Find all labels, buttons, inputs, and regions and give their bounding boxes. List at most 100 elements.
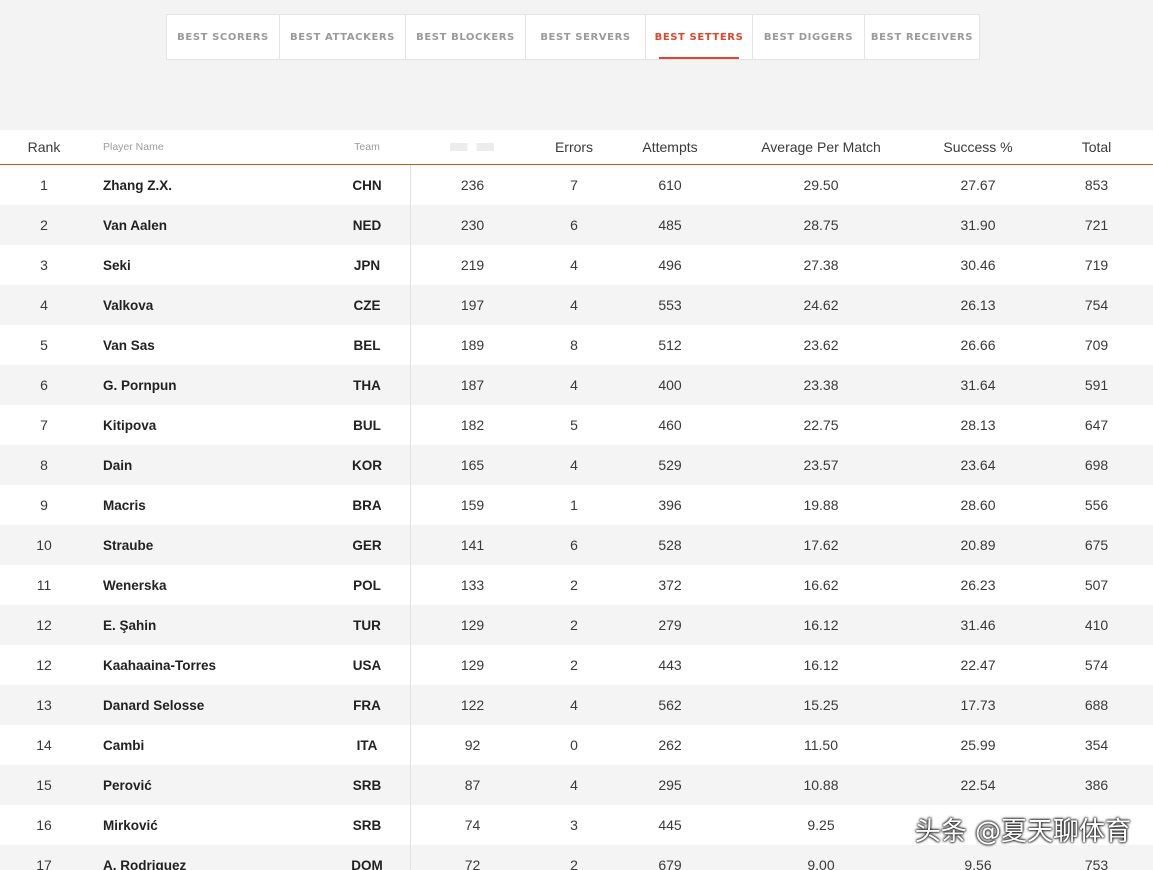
success-cell: 27.67: [960, 177, 996, 193]
player-name-cell[interactable]: Perović: [88, 765, 324, 805]
sets-cell: 141: [410, 525, 534, 565]
table-row[interactable]: 1 Zhang Z.X. CHN 236 7 610 29.50 27.67 853: [0, 165, 1153, 205]
table-body: 1 Zhang Z.X. CHN 236 7 610 29.50 27.67 853 2 Van A…: [0, 165, 1153, 870]
rank-cell: 12: [36, 617, 52, 633]
attempts-cell: 562: [658, 697, 682, 713]
tab-best-scorers[interactable]: BEST SCORERS: [167, 15, 280, 59]
table-row[interactable]: 10 Straube GER 141 6 528 17.62 20.89 675: [0, 525, 1153, 565]
attempts-cell: 372: [658, 577, 682, 593]
player-name-cell[interactable]: G. Pornpun: [88, 365, 324, 405]
success-cell: 26.23: [960, 577, 996, 593]
header-team[interactable]: Team: [324, 130, 410, 164]
errors-cell: 3: [570, 817, 578, 833]
tab-best-diggers[interactable]: BEST DIGGERS: [753, 15, 865, 59]
total-cell: 507: [1084, 577, 1109, 593]
team-cell: GER: [352, 537, 382, 553]
player-name-cell[interactable]: Dain: [88, 445, 324, 485]
table-row[interactable]: 14 Cambi ITA 92 0 262 11.50 25.99 354: [0, 725, 1153, 765]
player-name-cell[interactable]: Straube: [88, 525, 324, 565]
success-cell: 31.46: [960, 617, 996, 633]
table-row[interactable]: 8 Dain KOR 165 4 529 23.57 23.64 698: [0, 445, 1153, 485]
attempts-cell: 529: [658, 457, 682, 473]
success-cell: [916, 805, 1040, 845]
success-cell: 22.47: [960, 657, 996, 673]
attempts-cell: 528: [658, 537, 682, 553]
team-cell: CHN: [352, 177, 382, 193]
table-row[interactable]: 7 Kitipova BUL 182 5 460 22.75 28.13 647: [0, 405, 1153, 445]
team-cell: SRB: [352, 817, 382, 833]
header-total[interactable]: Total: [1040, 130, 1153, 164]
rank-cell: 10: [36, 537, 52, 553]
tab-best-servers[interactable]: BEST SERVERS: [526, 15, 646, 59]
header-player-name[interactable]: Player Name: [88, 130, 324, 164]
table-row[interactable]: 5 Van Sas BEL 189 8 512 23.62 26.66 709: [0, 325, 1153, 365]
tab-best-setters[interactable]: BEST SETTERS: [646, 15, 753, 59]
table-row[interactable]: 13 Danard Selosse FRA 122 4 562 15.25 17.73 688: [0, 685, 1153, 725]
table-row[interactable]: 17 A. Rodriguez DOM 72 2 679 9.00 9.56 753: [0, 845, 1153, 870]
header-errors[interactable]: Errors: [534, 130, 614, 164]
table-row[interactable]: 12 Kaahaaina-Torres USA 129 2 443 16.12 22.47 57…: [0, 645, 1153, 685]
player-name-cell[interactable]: Wenerska: [88, 565, 324, 605]
errors-cell: 5: [570, 417, 578, 433]
sets-cell: 159: [410, 485, 534, 525]
errors-cell: 4: [570, 777, 578, 793]
attempts-cell: 679: [658, 857, 682, 870]
attempts-cell: 553: [658, 297, 682, 313]
player-name-cell[interactable]: Seki: [88, 245, 324, 285]
table-row[interactable]: 11 Wenerska POL 133 2 372 16.62 26.23 507: [0, 565, 1153, 605]
total-cell: 647: [1084, 417, 1109, 433]
tab-best-blockers[interactable]: BEST BLOCKERS: [406, 15, 526, 59]
tab-best-receivers[interactable]: BEST RECEIVERS: [865, 15, 979, 59]
average-cell: 17.62: [803, 537, 839, 553]
table-row[interactable]: 4 Valkova CZE 197 4 553 24.62 26.13 754: [0, 285, 1153, 325]
attempts-cell: 485: [658, 217, 682, 233]
player-name-cell[interactable]: Cambi: [88, 725, 324, 765]
player-name-cell[interactable]: A. Rodriguez: [88, 845, 324, 870]
header-success-percent[interactable]: Success %: [916, 130, 1040, 164]
header-attempts[interactable]: Attempts: [614, 130, 726, 164]
average-cell: 16.12: [803, 657, 839, 673]
average-cell: 16.62: [803, 577, 839, 593]
tab-best-attackers[interactable]: BEST ATTACKERS: [280, 15, 406, 59]
total-cell: 574: [1084, 657, 1109, 673]
player-name-cell[interactable]: Van Sas: [88, 325, 324, 365]
team-cell: THA: [353, 377, 381, 393]
total-cell: 354: [1084, 737, 1109, 753]
header-average-per-match[interactable]: Average Per Match: [726, 130, 916, 164]
table-row[interactable]: 9 Macris BRA 159 1 396 19.88 28.60 556: [0, 485, 1153, 525]
total-cell: 754: [1084, 297, 1109, 313]
player-name-cell[interactable]: E. Şahin: [88, 605, 324, 645]
rank-cell: 7: [40, 417, 48, 433]
table-row[interactable]: 12 E. Şahin TUR 129 2 279 16.12 31.46 410: [0, 605, 1153, 645]
rank-cell: 13: [36, 697, 52, 713]
player-name-cell[interactable]: Macris: [88, 485, 324, 525]
average-cell: 24.62: [803, 297, 839, 313]
total-cell: 698: [1084, 457, 1109, 473]
rank-cell: 6: [40, 377, 48, 393]
rank-cell: 1: [40, 177, 48, 193]
errors-cell: 2: [570, 617, 578, 633]
errors-cell: 4: [570, 457, 578, 473]
rank-cell: 5: [40, 337, 48, 353]
errors-cell: 1: [570, 497, 578, 513]
table-row[interactable]: 6 G. Pornpun THA 187 4 400 23.38 31.64 591: [0, 365, 1153, 405]
player-name-cell[interactable]: Kitipova: [88, 405, 324, 445]
success-cell: 25.99: [960, 737, 996, 753]
rank-cell: 9: [40, 497, 48, 513]
rank-cell: 2: [40, 217, 48, 233]
player-name-cell[interactable]: Danard Selosse: [88, 685, 324, 725]
table-row[interactable]: 3 Seki JPN 219 4 496 27.38 30.46 719: [0, 245, 1153, 285]
player-name-cell[interactable]: Zhang Z.X.: [88, 165, 324, 205]
player-name-cell[interactable]: Mirković: [88, 805, 324, 845]
team-cell: SRB: [352, 777, 382, 793]
header-sets[interactable]: [410, 130, 534, 164]
player-name-cell[interactable]: Van Aalen: [88, 205, 324, 245]
table-row[interactable]: 2 Van Aalen NED 230 6 485 28.75 31.90 721: [0, 205, 1153, 245]
player-name-cell[interactable]: Kaahaaina-Torres: [88, 645, 324, 685]
success-cell: 9.56: [964, 857, 992, 870]
header-rank[interactable]: Rank: [0, 130, 88, 164]
average-cell: 27.38: [803, 257, 839, 273]
table-row[interactable]: 16 Mirković SRB 74 3 445 9.25: [0, 805, 1153, 845]
table-row[interactable]: 15 Perović SRB 87 4 295 10.88 22.54 386: [0, 765, 1153, 805]
player-name-cell[interactable]: Valkova: [88, 285, 324, 325]
